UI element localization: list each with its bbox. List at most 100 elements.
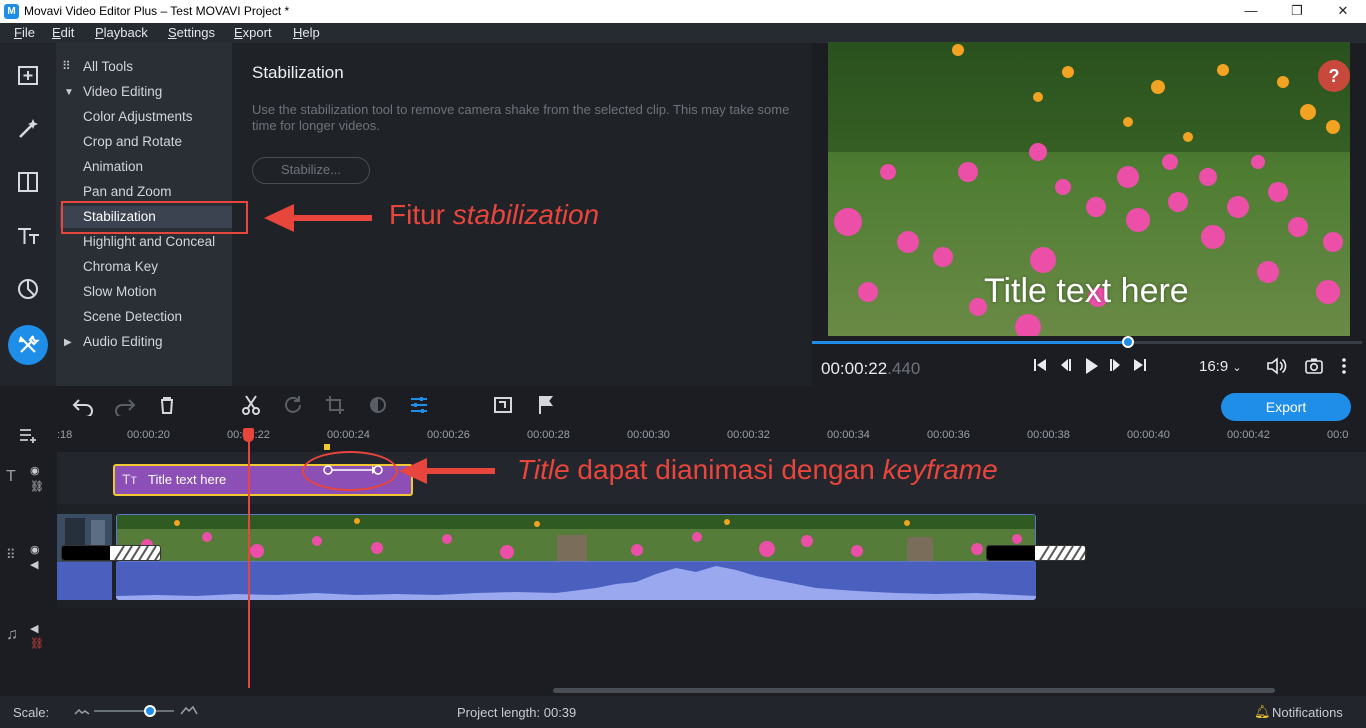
- previous-frame-icon[interactable]: [1054, 356, 1076, 379]
- menu-export[interactable]: Export: [234, 25, 272, 40]
- link-off-icon[interactable]: ⛓: [30, 637, 44, 650]
- import-icon[interactable]: [8, 55, 48, 95]
- annotation-arrow: [397, 456, 497, 489]
- add-track-icon[interactable]: [18, 426, 40, 447]
- tick-label: 00:00:24: [327, 429, 370, 441]
- color-adjust-icon[interactable]: [365, 394, 391, 418]
- zoom-in-icon[interactable]: [180, 702, 198, 719]
- help-icon[interactable]: ?: [1318, 60, 1350, 92]
- undo-icon[interactable]: [70, 394, 96, 418]
- close-button[interactable]: ✕: [1320, 0, 1366, 23]
- scale-slider-track[interactable]: [94, 710, 174, 712]
- skip-to-start-icon[interactable]: [1029, 356, 1051, 379]
- audio-waveform[interactable]: [57, 562, 112, 600]
- timeline-scrollbar[interactable]: [553, 688, 1275, 693]
- eye-icon[interactable]: ◉: [30, 464, 40, 477]
- stickers-icon[interactable]: [8, 269, 48, 309]
- tool-crop-and-rotate[interactable]: Crop and Rotate: [83, 131, 182, 153]
- tool-highlight-and-conceal[interactable]: Highlight and Conceal: [83, 231, 215, 253]
- transitions-icon[interactable]: [8, 162, 48, 202]
- minimize-button[interactable]: —: [1228, 0, 1274, 23]
- export-button[interactable]: Export: [1221, 393, 1351, 421]
- transition-marker[interactable]: [986, 545, 1086, 561]
- delete-icon[interactable]: [154, 394, 180, 418]
- project-length-label: Project length:: [457, 705, 541, 720]
- tick-label: 00:00:34: [827, 429, 870, 441]
- audio-waveform[interactable]: [116, 562, 1036, 600]
- menu-settings[interactable]: Settings: [168, 25, 215, 40]
- magic-wand-icon[interactable]: [8, 108, 48, 148]
- notifications-button[interactable]: Notifications: [1272, 705, 1343, 720]
- window-title: Movavi Video Editor Plus – Test MOVAVI P…: [24, 4, 290, 18]
- tool-scene-detection[interactable]: Scene Detection: [83, 306, 182, 328]
- tool-video-editing[interactable]: Video Editing: [83, 81, 162, 103]
- annotation-text: dapat dianimasi dengan: [569, 454, 883, 485]
- menu-file[interactable]: File: [14, 25, 35, 40]
- video-clip[interactable]: [116, 514, 1036, 562]
- annotation-ellipse: [302, 451, 398, 491]
- annotation-highlight-box: [61, 201, 248, 234]
- skip-to-end-icon[interactable]: [1129, 356, 1151, 379]
- more-options-icon[interactable]: [1334, 356, 1354, 381]
- video-track-icon: ⠿: [6, 547, 16, 562]
- tick-label: 00:00:30: [627, 429, 670, 441]
- zoom-out-icon[interactable]: [74, 703, 90, 720]
- transition-marker[interactable]: [61, 545, 161, 561]
- video-thumbnails: [117, 515, 1035, 561]
- playhead-line: [248, 432, 250, 688]
- marker-flag-icon[interactable]: [532, 394, 558, 418]
- scale-slider-knob[interactable]: [144, 705, 156, 717]
- tool-pan-and-zoom[interactable]: Pan and Zoom: [83, 181, 172, 203]
- link-icon[interactable]: ⛓: [30, 480, 44, 493]
- aspect-ratio-select[interactable]: 16:9 ⌄: [1199, 358, 1242, 375]
- tick-label: 00:00:42: [1227, 429, 1270, 441]
- menu-help[interactable]: Help: [293, 25, 320, 40]
- tool-slow-motion[interactable]: Slow Motion: [83, 281, 157, 303]
- bell-icon[interactable]: 🔔︎: [1254, 704, 1271, 720]
- crop-icon[interactable]: [323, 394, 349, 418]
- stabilize-button[interactable]: Stabilize...: [252, 157, 370, 184]
- timeline-toolbar: [0, 386, 1366, 426]
- playhead[interactable]: [243, 428, 254, 442]
- maximize-button[interactable]: ❐: [1274, 0, 1320, 23]
- cut-icon[interactable]: [238, 394, 264, 418]
- video-overlay-title[interactable]: Title text here: [984, 272, 1189, 311]
- menu-playback[interactable]: Playback: [95, 25, 148, 40]
- clip-properties-icon[interactable]: [406, 394, 432, 418]
- redo-icon[interactable]: [112, 394, 138, 418]
- tool-all-tools[interactable]: All Tools: [83, 56, 133, 78]
- speaker-icon[interactable]: ◀: [30, 558, 38, 571]
- chevron-right-icon[interactable]: ▶: [64, 337, 72, 348]
- tick-label: 00:00:38: [1027, 429, 1070, 441]
- eye-icon[interactable]: ◉: [30, 543, 40, 556]
- titles-icon[interactable]: [8, 216, 48, 256]
- rotate-icon[interactable]: [280, 394, 306, 418]
- movavi-app-icon: M: [4, 4, 19, 19]
- seek-knob[interactable]: [1122, 336, 1134, 348]
- window-titlebar: M Movavi Video Editor Plus – Test MOVAVI…: [0, 0, 1366, 23]
- panel-title: Stabilization: [252, 63, 344, 82]
- tick-label: :18: [57, 429, 73, 441]
- scale-label: Scale:: [13, 705, 50, 720]
- tool-audio-editing[interactable]: Audio Editing: [83, 331, 163, 353]
- tools-icon[interactable]: [8, 325, 48, 365]
- snapshot-icon[interactable]: [1303, 356, 1325, 381]
- tool-animation[interactable]: Animation: [83, 156, 143, 178]
- chevron-down-icon[interactable]: ▼: [64, 87, 74, 98]
- tool-chroma-key[interactable]: Chroma Key: [83, 256, 158, 278]
- aspect-ratio-value: 16:9: [1199, 358, 1229, 375]
- timeline-marker[interactable]: [324, 444, 330, 450]
- title-track-icon: T: [6, 468, 16, 485]
- tool-color-adjustments[interactable]: Color Adjustments: [83, 106, 193, 128]
- volume-icon[interactable]: [1265, 356, 1287, 381]
- audio-track[interactable]: [57, 608, 1366, 694]
- menu-edit[interactable]: Edit: [52, 25, 74, 40]
- tick-label: 00:00:20: [127, 429, 170, 441]
- play-icon[interactable]: [1080, 356, 1102, 381]
- speaker-icon[interactable]: ◀: [30, 622, 38, 635]
- subtitles-icon[interactable]: [490, 394, 516, 418]
- tick-label: 00:00:40: [1127, 429, 1170, 441]
- annotation-arrow: [262, 202, 374, 237]
- next-frame-icon[interactable]: [1105, 356, 1127, 379]
- menu-bar: File Edit Playback Settings Export Help: [0, 23, 1366, 43]
